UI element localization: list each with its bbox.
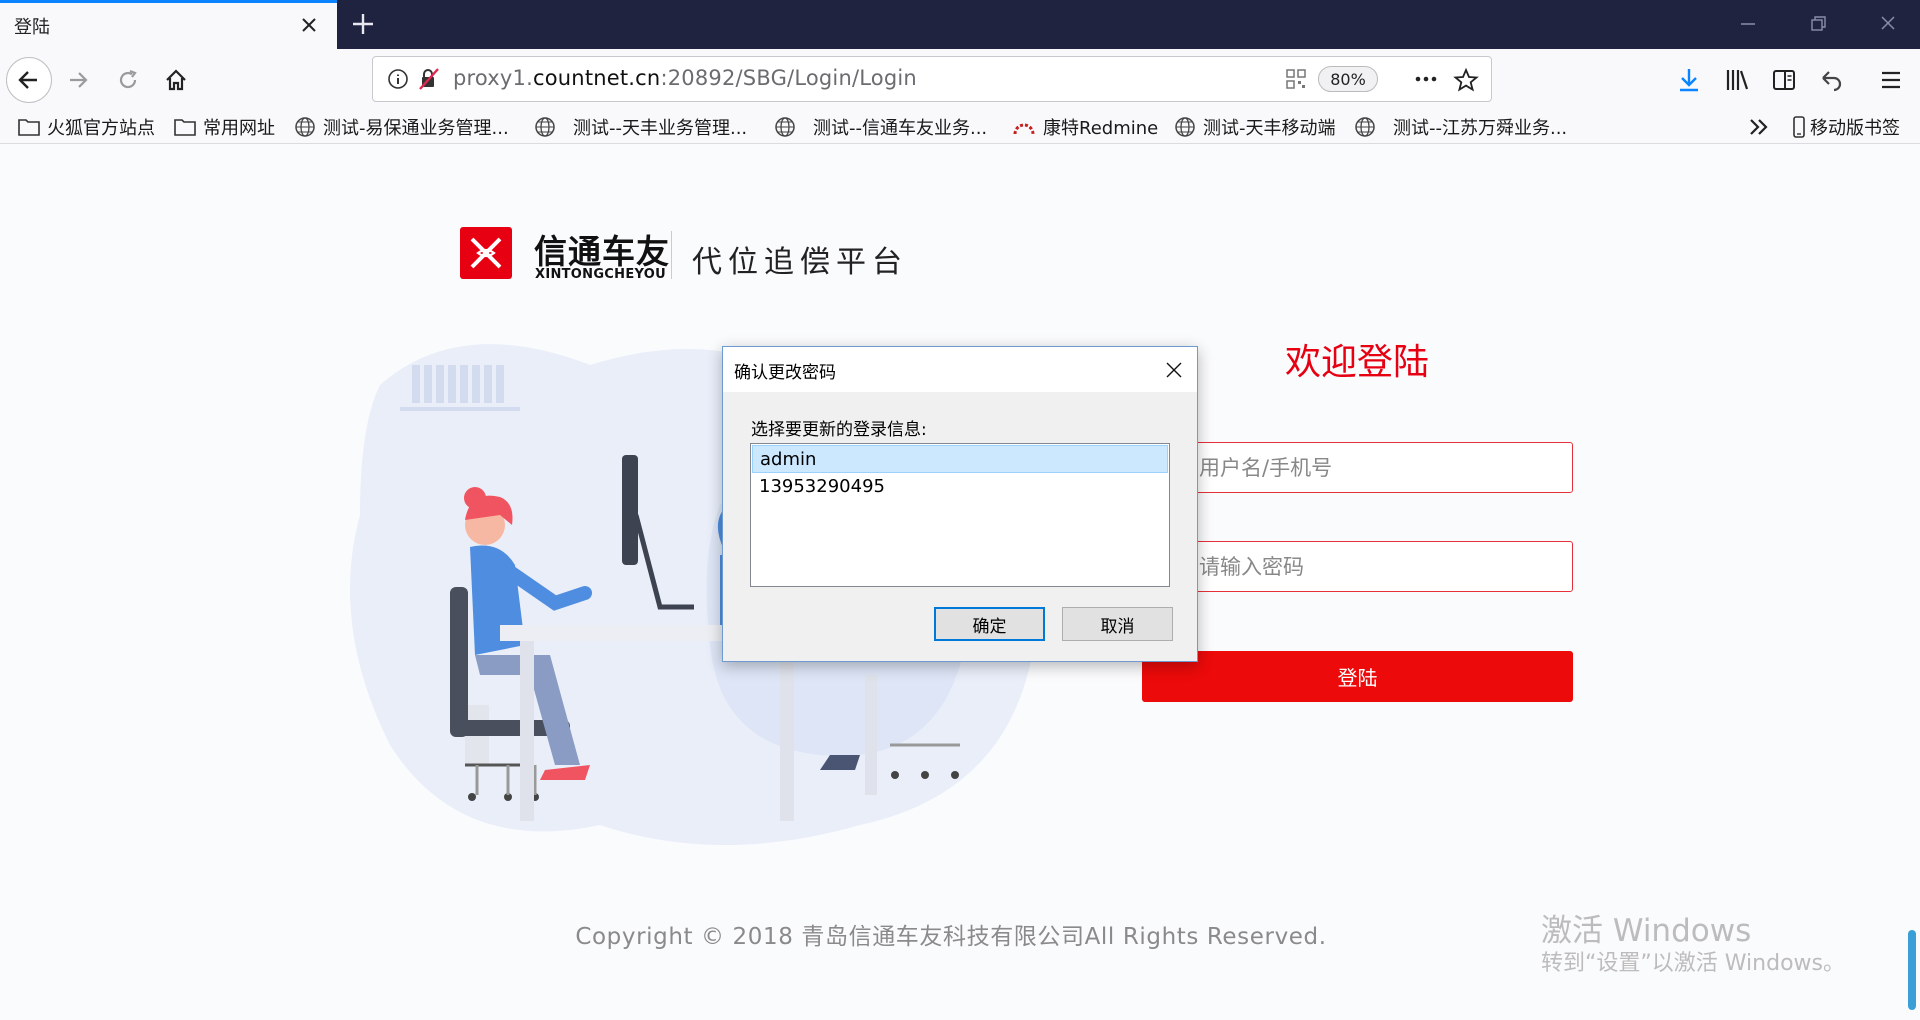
brand-name: 信通车友 — [534, 232, 670, 271]
home-button[interactable] — [153, 57, 199, 103]
login-button[interactable]: 登陆 — [1142, 651, 1573, 702]
mobile-bookmarks[interactable]: 移动版书签 — [1792, 112, 1900, 142]
url-bar[interactable]: proxy1.countnet.cn:20892/SBG/Login/Login… — [372, 56, 1492, 102]
mobile-icon — [1793, 116, 1805, 138]
dialog-title: 确认更改密码 — [734, 363, 836, 383]
password-input[interactable] — [1142, 541, 1573, 592]
globe-icon — [535, 117, 555, 137]
tab-title: 登陆 — [14, 17, 50, 38]
bookmark-item[interactable]: 康特Redmine — [1012, 112, 1158, 142]
globe-icon — [1355, 117, 1375, 137]
globe-icon — [1175, 117, 1195, 137]
bookmark-item[interactable]: 测试--江苏万舜业务... — [1354, 112, 1567, 142]
bookmark-label: 测试-天丰移动端 — [1203, 118, 1336, 139]
download-icon[interactable] — [1676, 66, 1702, 94]
brand-logo — [460, 227, 512, 279]
list-item[interactable]: admin — [752, 445, 1168, 473]
zoom-level-button[interactable]: 80% — [1318, 66, 1378, 92]
username-input[interactable] — [1142, 442, 1573, 493]
bookmark-label: 康特Redmine — [1043, 118, 1159, 139]
windows-activation-hint: 转到“设置”以激活 Windows。 — [1541, 951, 1845, 976]
bookmark-star-icon[interactable] — [1453, 67, 1479, 93]
globe-icon — [295, 117, 315, 137]
forward-button[interactable] — [56, 57, 102, 103]
tab-strip: 登陆 — [0, 0, 1920, 49]
minimize-icon[interactable] — [1734, 12, 1762, 36]
dialog-titlebar: 确认更改密码 — [723, 347, 1197, 392]
qr-code-icon[interactable] — [1285, 68, 1307, 90]
restore-icon[interactable] — [1804, 12, 1832, 36]
library-icon[interactable] — [1724, 66, 1750, 94]
brand-logo-icon — [470, 237, 502, 269]
undo-icon[interactable] — [1818, 66, 1844, 94]
bookmark-item[interactable]: 测试--天丰业务管理... — [534, 112, 747, 142]
globe-icon — [775, 117, 795, 137]
url-text: proxy1.countnet.cn:20892/SBG/Login/Login — [453, 66, 917, 90]
reload-icon — [119, 69, 137, 89]
close-icon — [1166, 362, 1182, 378]
url-prefix: proxy1. — [453, 66, 533, 90]
folder-icon — [18, 119, 40, 136]
tab-active[interactable]: 登陆 — [0, 0, 337, 49]
bookmark-item[interactable]: 测试--信通车友业务... — [774, 112, 987, 142]
dialog-prompt: 选择要更新的登录信息: — [751, 420, 927, 440]
home-icon — [166, 69, 186, 91]
bookmark-item[interactable]: 常用网址 — [174, 112, 275, 142]
bookmark-label: 移动版书签 — [1810, 118, 1900, 139]
arrow-left-icon — [18, 71, 37, 89]
page-actions-icon[interactable] — [1413, 68, 1439, 90]
scrollbar-thumb[interactable] — [1908, 930, 1916, 1010]
bookmarks-toolbar: 火狐官方站点 常用网址 测试-易保通业务管理... 测试--天丰业务管理... … — [0, 110, 1920, 144]
windows-activation-title: 激活 Windows — [1541, 913, 1752, 949]
tab-close-icon[interactable] — [297, 13, 321, 37]
bookmark-item[interactable]: 火狐官方站点 — [18, 112, 155, 142]
arrow-right-icon — [70, 72, 88, 88]
platform-slogan: 代位追偿平台 — [692, 245, 908, 280]
hamburger-menu-icon[interactable] — [1878, 66, 1904, 94]
reload-button[interactable] — [105, 57, 151, 103]
bookmark-item[interactable]: 测试-易保通业务管理... — [294, 112, 509, 142]
bookmark-label: 火狐官方站点 — [47, 118, 155, 139]
bookmark-label: 测试--信通车友业务... — [813, 118, 988, 139]
url-path: :20892/SBG/Login/Login — [660, 66, 917, 90]
login-info-list[interactable]: admin 13953290495 — [750, 443, 1170, 587]
brand-divider — [671, 231, 672, 279]
brand-name-en: XINTONGCHEYOU — [535, 267, 666, 282]
back-button[interactable] — [6, 57, 52, 103]
redmine-icon — [1013, 123, 1035, 135]
chevron-double-right-icon[interactable] — [1747, 116, 1771, 138]
info-icon[interactable] — [387, 68, 409, 90]
new-tab-icon[interactable] — [348, 9, 378, 39]
insecure-lock-icon[interactable] — [417, 67, 441, 91]
dialog-close-button[interactable] — [1161, 357, 1187, 383]
nav-bar: proxy1.countnet.cn:20892/SBG/Login/Login… — [0, 49, 1920, 110]
bookmark-label: 测试--天丰业务管理... — [573, 118, 748, 139]
bookmark-item[interactable]: 测试-天丰移动端 — [1174, 112, 1336, 142]
bookmark-label: 常用网址 — [203, 118, 275, 139]
bookmark-label: 测试-易保通业务管理... — [323, 118, 509, 139]
close-window-icon[interactable] — [1874, 12, 1902, 36]
url-host: countnet.cn — [533, 66, 661, 90]
confirm-button[interactable]: 确定 — [934, 607, 1045, 641]
sidebar-icon[interactable] — [1771, 66, 1797, 94]
confirm-password-change-dialog: 确认更改密码 选择要更新的登录信息: admin 13953290495 确定 … — [722, 346, 1198, 662]
folder-icon — [174, 119, 196, 136]
bookmark-label: 测试--江苏万舜业务... — [1393, 118, 1568, 139]
list-item[interactable]: 13953290495 — [752, 473, 1168, 501]
cancel-button[interactable]: 取消 — [1062, 607, 1173, 641]
welcome-heading: 欢迎登陆 — [1284, 342, 1429, 383]
